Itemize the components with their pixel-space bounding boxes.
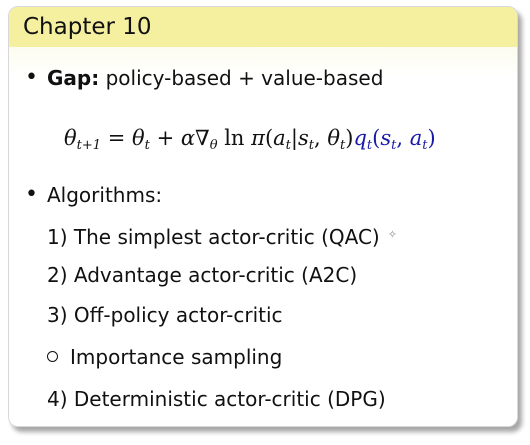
algorithm-item-dpg: 4) Deterministic actor-critic (DPG) <box>47 387 386 411</box>
formula-plus: + <box>149 126 181 150</box>
formula-sub: t <box>422 138 428 153</box>
bullet-dot: • <box>25 182 38 207</box>
gap-label: Gap: <box>47 66 100 90</box>
algorithm-item-text: 2) Advantage actor-critic (A2C) <box>47 263 358 287</box>
formula-s: s <box>297 126 309 150</box>
formula-theta: θ <box>64 126 77 150</box>
formula-comma: , <box>314 126 328 150</box>
algorithm-item-text: 1) The simplest actor-critic (QAC) <box>47 225 380 249</box>
algorithm-item-a2c: 2) Advantage actor-critic (A2C) <box>47 263 357 287</box>
algorithm-item-qac: 1) The simplest actor-critic (QAC) ✧ <box>47 223 397 249</box>
subitem-text: Importance sampling <box>70 345 283 369</box>
formula-theta: θ <box>327 126 341 150</box>
slide: Chapter 10 • Gap: policy-based + value-b… <box>8 6 518 427</box>
gap-text: policy-based + value-based <box>105 66 384 90</box>
algorithms-label: Algorithms: <box>47 183 163 207</box>
formula-alpha: α <box>180 126 196 150</box>
formula-pi: π <box>251 126 265 150</box>
formula-a: a <box>273 126 286 150</box>
slide-title: Chapter 10 <box>23 14 152 40</box>
formula-q: q <box>353 126 367 150</box>
cursor-icon: ✧ <box>387 228 397 241</box>
algorithm-item-offpolicy: 3) Off-policy actor-critic <box>47 303 283 327</box>
subitem-importance-sampling: Importance sampling <box>47 345 282 369</box>
formula-ln: ln <box>217 126 252 150</box>
bullet-dot: • <box>25 65 38 90</box>
slide-header: Chapter 10 <box>9 7 517 47</box>
formula-q-term: qt(st, at) <box>353 126 436 153</box>
slide-body: • Gap: policy-based + value-based θt+1 =… <box>9 47 517 426</box>
formula-sub: t <box>391 138 397 153</box>
formula-eq: = <box>101 126 132 150</box>
formula-nabla: ∇ <box>195 126 210 150</box>
algorithm-item-text: 3) Off-policy actor-critic <box>47 303 283 327</box>
formula-sub: θ <box>209 138 218 153</box>
algorithm-item-text: 4) Deterministic actor-critic (DPG) <box>47 387 386 411</box>
formula-sub: t <box>366 138 373 153</box>
formula-bar: | <box>290 126 298 150</box>
formula-sub: t+1 <box>76 138 102 153</box>
gap-line: Gap: policy-based + value-based <box>47 66 383 90</box>
update-formula: θt+1 = θt + α∇θ ln π(at|st, θt)qt(st, at… <box>64 124 436 160</box>
formula-theta: θ <box>132 126 145 150</box>
formula-paren: ( <box>264 126 274 150</box>
circle-bullet-icon <box>47 351 58 362</box>
